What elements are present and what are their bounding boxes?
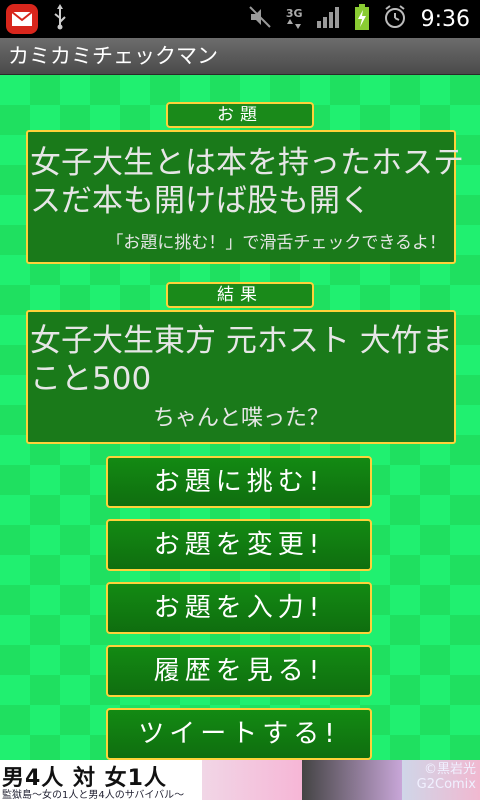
input-topic-button[interactable]: お題を入力! [106, 582, 372, 634]
notification-icons [6, 4, 68, 34]
battery-charging-icon [354, 4, 369, 34]
network-type-label: 3G [285, 7, 303, 20]
mail-icon[interactable] [6, 4, 38, 34]
topic-hint: 「お題に挑む！」で滑舌チェックできるよ！ [106, 233, 446, 253]
topic-text: 女子大生とは本を持ったホステスだ本も開けば股も開く [30, 145, 464, 219]
result-label-text: 結果 [217, 285, 263, 305]
ad-image-1 [202, 760, 302, 800]
ad-subline: 監獄島〜女の1人と男4人のサバイバル〜 [2, 790, 185, 800]
change-topic-button[interactable]: お題を変更! [106, 519, 372, 571]
result-panel: 女子大生東方 元ホスト 大竹まこと500 ちゃんと喋った？ [26, 310, 456, 444]
tweet-button[interactable]: ツイートする! [106, 708, 372, 760]
main-area: お題 女子大生とは本を持ったホステスだ本も開けば股も開く 「お題に挑む！」で滑舌… [0, 75, 480, 760]
system-icons: 3G 9:36 [248, 0, 470, 38]
signal-icon [316, 6, 341, 32]
3g-icon: 3G [285, 7, 303, 29]
ad-credit-publisher: G2Comix [416, 777, 476, 792]
result-question: ちゃんと喋った？ [152, 406, 329, 431]
topic-label-text: お題 [217, 105, 263, 125]
app-title-bar: カミカミチェックマン [0, 38, 480, 75]
ad-banner[interactable]: 男4人 対 女1人 監獄島〜女の1人と男4人のサバイバル〜 ©黒岩光 G2Com… [0, 760, 480, 800]
challenge-topic-button[interactable]: お題に挑む! [106, 456, 372, 508]
alarm-icon [383, 5, 407, 33]
app-title: カミカミチェックマン [8, 44, 218, 68]
topic-label: お題 [166, 102, 314, 128]
topic-panel: 女子大生とは本を持ったホステスだ本も開けば股も開く 「お題に挑む！」で滑舌チェッ… [26, 130, 464, 264]
ad-credit: ©黒岩光 G2Comix [417, 762, 476, 792]
view-history-button[interactable]: 履歴を見る! [106, 645, 372, 697]
status-bar: 3G 9:36 [0, 0, 480, 38]
usb-icon [52, 4, 68, 34]
result-label: 結果 [166, 282, 314, 308]
ad-credit-author: ©黒岩光 [423, 762, 476, 777]
mute-icon [248, 5, 272, 33]
result-text: 女子大生東方 元ホスト 大竹まこと500 [30, 323, 453, 397]
clock: 9:36 [420, 6, 470, 32]
ad-image-2 [302, 760, 402, 800]
